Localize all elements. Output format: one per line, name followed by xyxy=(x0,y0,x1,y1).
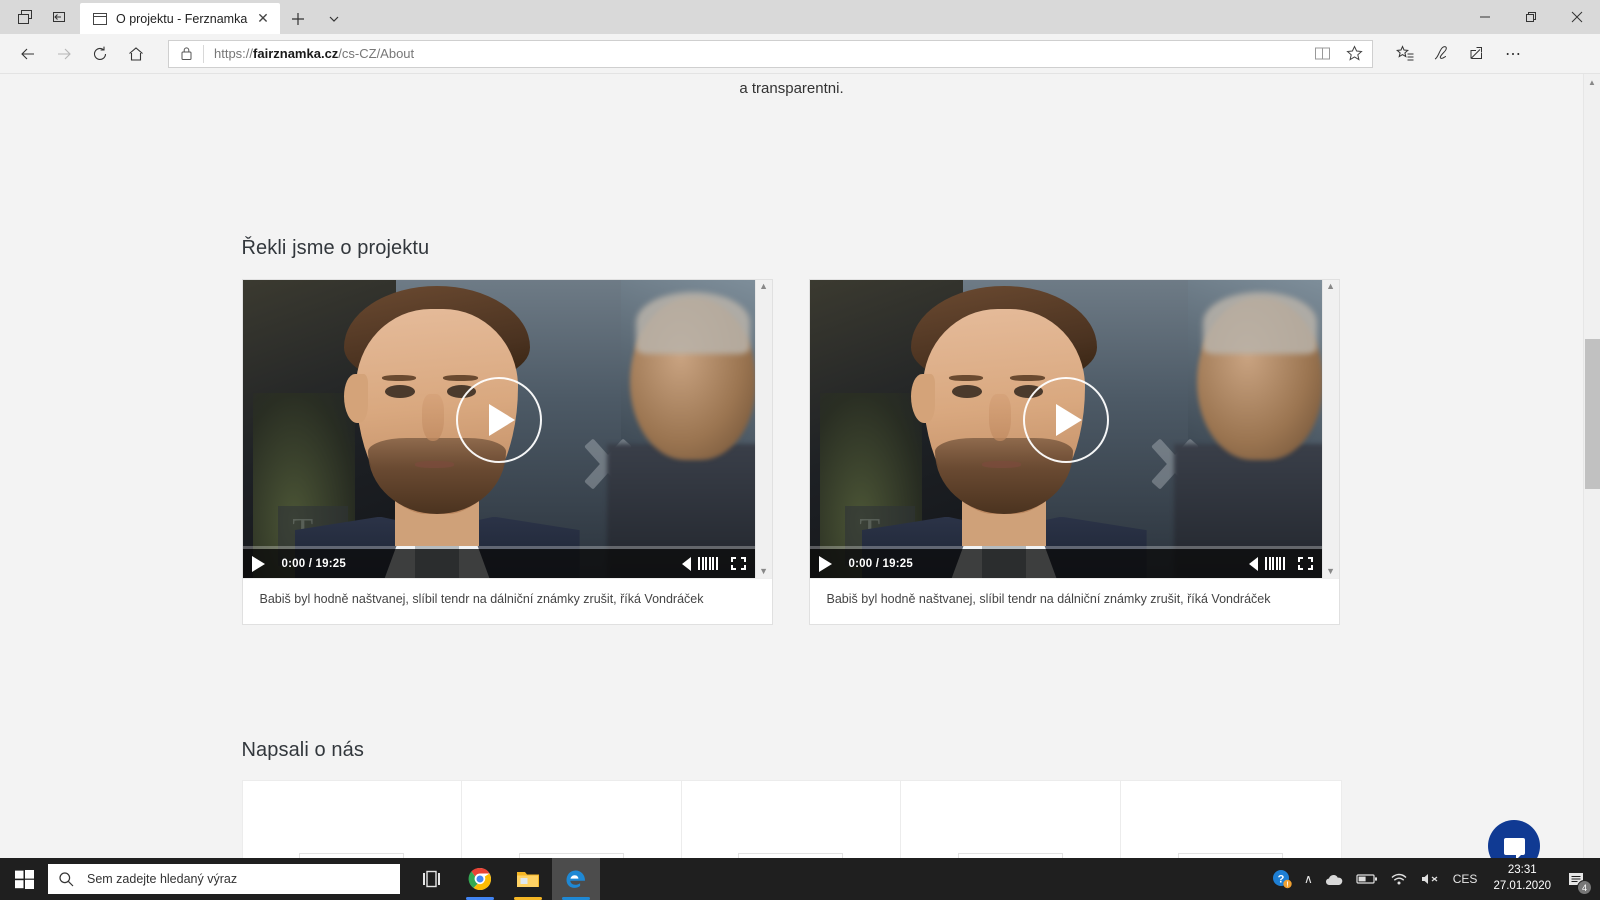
add-favorite-star-icon[interactable] xyxy=(1338,41,1370,67)
taskbar-task-view-button[interactable] xyxy=(408,858,456,900)
address-url-text: https://fairznamka.cz/cs-CZ/About xyxy=(214,46,415,61)
set-tabs-aside-icon[interactable] xyxy=(42,2,76,32)
web-page: a transparentni. Řekli jsme o projektu T… xyxy=(0,74,1583,900)
back-button[interactable] xyxy=(10,37,46,71)
volume-level-bars[interactable] xyxy=(698,557,718,570)
volume-level-bars[interactable] xyxy=(1265,557,1285,570)
page-scroll-up-arrow-icon[interactable]: ▲ xyxy=(1584,74,1600,91)
web-notes-pen-icon[interactable] xyxy=(1423,37,1459,71)
svg-text:!: ! xyxy=(1286,882,1288,889)
new-tab-button[interactable] xyxy=(280,3,316,34)
tab-preview-icon[interactable] xyxy=(8,2,42,32)
video-player[interactable]: 0:00 / 19:25 xyxy=(809,280,1322,578)
battery-icon[interactable] xyxy=(1350,858,1384,900)
clock-date: 27.01.2020 xyxy=(1493,880,1551,892)
lock-icon xyxy=(169,41,203,67)
fullscreen-icon[interactable] xyxy=(730,557,746,570)
share-icon[interactable] xyxy=(1459,37,1495,71)
taskbar-search-box[interactable]: Sem zadejte hledaný výraz xyxy=(48,864,400,894)
speaker-muted-icon[interactable] xyxy=(1414,858,1447,900)
notification-center-button[interactable]: 4 xyxy=(1561,858,1596,900)
search-placeholder-text: Sem zadejte hledaný výraz xyxy=(87,872,238,886)
video-controls-bar: 0:00 / 19:25 xyxy=(809,549,1322,578)
background-person xyxy=(607,292,755,578)
background-person xyxy=(1174,292,1322,578)
fullscreen-icon[interactable] xyxy=(1297,557,1313,570)
show-hidden-icons-chevron[interactable]: ∧ xyxy=(1298,858,1319,900)
scroll-up-arrow-icon[interactable]: ▲ xyxy=(1326,282,1335,291)
video-play-icon[interactable] xyxy=(818,555,832,572)
reading-view-icon[interactable] xyxy=(1306,41,1338,67)
page-scrollbar[interactable]: ▲ xyxy=(1583,74,1600,900)
help-icon[interactable]: ?! xyxy=(1266,858,1298,900)
taskbar-clock[interactable]: 23:31 27.01.2020 xyxy=(1483,858,1561,900)
video-player[interactable]: 0:00 / 19:25 xyxy=(242,280,755,578)
search-icon xyxy=(58,871,80,887)
tab-title: O projektu - Ferznamka xyxy=(116,11,248,26)
address-bar[interactable]: https://fairznamka.cz/cs-CZ/About xyxy=(168,39,1373,68)
scroll-up-arrow-icon[interactable]: ▲ xyxy=(759,282,768,291)
browser-tab[interactable]: O projektu - Ferznamka ✕ xyxy=(80,3,280,34)
taskbar-app-buttons xyxy=(408,858,600,900)
play-overlay-button[interactable] xyxy=(455,377,542,464)
volume-icon[interactable] xyxy=(1249,556,1259,571)
play-overlay-button[interactable] xyxy=(1022,377,1109,464)
chat-bubble-icon xyxy=(1503,837,1525,860)
system-tray: ?! ∧ CES 23:31 27.01.2020 4 xyxy=(1266,858,1600,900)
tab-page-icon xyxy=(92,11,108,27)
taskbar-edge-button[interactable] xyxy=(552,858,600,900)
browser-window: O projektu - Ferznamka ✕ https://fairzna… xyxy=(0,0,1600,900)
page-top-text-fragment: a transparentni. xyxy=(739,80,844,97)
tab-system-buttons xyxy=(0,0,80,34)
title-bar: O projektu - Ferznamka ✕ xyxy=(0,0,1600,34)
windows-taskbar: Sem zadejte hledaný výraz ? ! ∧ CES 23:3… xyxy=(0,858,1600,900)
video-iframe-scrollbar[interactable]: ▲ ▼ xyxy=(754,280,772,578)
video-iframe-scrollbar[interactable]: ▲ ▼ xyxy=(1321,280,1339,578)
video-card: 0:00 / 19:25 ▲ ▼ xyxy=(241,279,773,626)
scroll-down-arrow-icon[interactable]: ▼ xyxy=(1326,567,1335,576)
page-content: Řekli jsme o projektu T 0:00 / 19:25 ▲ ▼… xyxy=(241,237,1342,900)
notification-badge: 4 xyxy=(1577,880,1592,895)
navigation-toolbar: https://fairznamka.cz/cs-CZ/About ⋯ xyxy=(0,34,1600,74)
scroll-down-arrow-icon[interactable]: ▼ xyxy=(759,567,768,576)
forward-button[interactable] xyxy=(46,37,82,71)
tab-close-icon[interactable]: ✕ xyxy=(252,8,274,30)
start-button[interactable] xyxy=(0,858,48,900)
play-triangle-icon xyxy=(489,404,516,437)
window-close-button[interactable] xyxy=(1554,0,1600,34)
video-embed-wrapper: 0:00 / 19:25 ▲ ▼ xyxy=(242,280,772,578)
video-time-display: 0:00 / 19:25 xyxy=(281,557,346,570)
video-caption[interactable]: Babiš byl hodně naštvanej, slíbil tendr … xyxy=(809,578,1339,625)
window-controls xyxy=(1462,0,1600,34)
video-embed-wrapper: 0:00 / 19:25 ▲ ▼ xyxy=(809,280,1339,578)
taskbar-chrome-button[interactable] xyxy=(456,858,504,900)
clock-time: 23:31 xyxy=(1507,864,1537,877)
video-caption[interactable]: Babiš byl hodně naštvanej, slíbil tendr … xyxy=(242,578,772,625)
video-time-display: 0:00 / 19:25 xyxy=(848,557,913,570)
page-viewport: a transparentni. Řekli jsme o projektu T… xyxy=(0,74,1600,900)
toolbar-right-buttons: ⋯ xyxy=(1387,37,1531,71)
window-restore-button[interactable] xyxy=(1508,0,1554,34)
section-heading-press: Napsali o nás xyxy=(241,739,364,762)
video-controls-bar: 0:00 / 19:25 xyxy=(242,549,755,578)
page-scrollbar-thumb[interactable] xyxy=(1585,339,1600,489)
home-button[interactable] xyxy=(118,37,154,71)
video-cards-row: 0:00 / 19:25 ▲ ▼ xyxy=(241,279,1342,626)
favorites-hub-icon[interactable] xyxy=(1387,37,1423,71)
volume-icon[interactable] xyxy=(682,556,692,571)
video-play-icon[interactable] xyxy=(251,555,265,572)
taskbar-file-explorer-button[interactable] xyxy=(504,858,552,900)
wifi-icon[interactable] xyxy=(1384,858,1414,900)
refresh-button[interactable] xyxy=(82,37,118,71)
settings-more-icon[interactable]: ⋯ xyxy=(1495,37,1531,71)
onedrive-cloud-icon[interactable] xyxy=(1319,858,1350,900)
language-indicator[interactable]: CES xyxy=(1447,858,1484,900)
section-heading-videos: Řekli jsme o projektu xyxy=(241,237,430,259)
window-minimize-button[interactable] xyxy=(1462,0,1508,34)
video-card: 0:00 / 19:25 ▲ ▼ xyxy=(808,279,1340,626)
tab-dropdown-icon[interactable] xyxy=(316,3,352,34)
play-triangle-icon xyxy=(1056,404,1083,437)
